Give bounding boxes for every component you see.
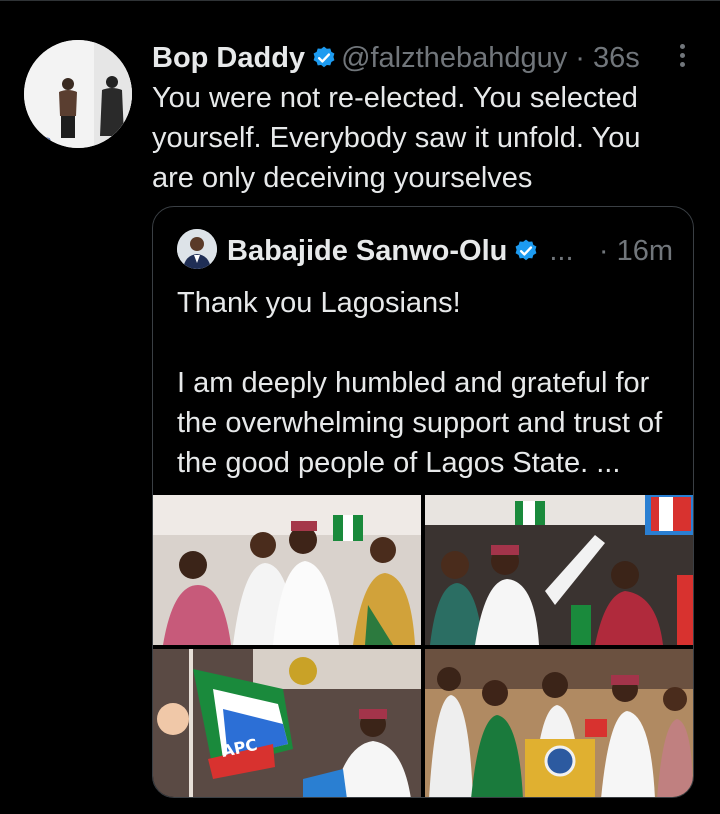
quoted-tweet-header: Babajide Sanwo-Olu... · 16m [227,231,687,271]
separator-dot: · [575,42,585,74]
author-handle[interactable]: @falzthebahdguy [341,42,567,74]
media-photo-2[interactable] [425,495,693,645]
quoted-tweet-text: Thank you Lagosians! I am deeply humbled… [177,287,663,479]
media-photo-4[interactable] [425,649,693,797]
divider [0,0,720,1]
quoted-tweet[interactable]: Babajide Sanwo-Olu... · 16m Thank you La… [152,206,694,798]
handle-truncated: ... [549,235,574,267]
author-avatar[interactable]: D [24,40,132,148]
verified-badge-icon [513,235,539,275]
tweet-timestamp[interactable]: 36s [593,42,640,74]
verified-badge-icon [311,42,337,82]
quoted-tweet-timestamp[interactable]: · 16m [599,231,673,271]
quoted-author-name[interactable]: Babajide Sanwo-Olu [227,235,507,267]
tweet-header: Bop Daddy @falzthebahdguy · 36s [152,38,692,78]
author-name[interactable]: Bop Daddy [152,42,305,74]
media-photo-3[interactable]: APC [153,649,421,797]
more-options-icon[interactable] [670,38,694,72]
svg-text:D: D [44,137,51,147]
media-photo-1[interactable] [153,495,421,645]
tweet-text: You were not re-elected. You selected yo… [152,82,641,194]
quoted-author-avatar[interactable] [177,229,217,269]
media-grid: APC [153,495,693,797]
